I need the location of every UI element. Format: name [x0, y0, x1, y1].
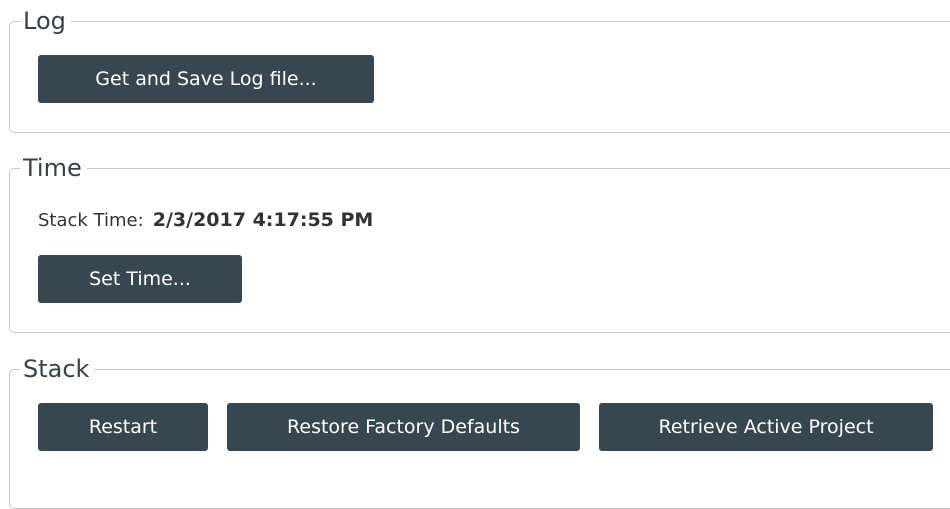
- time-group-title: Time: [20, 155, 87, 181]
- set-time-button[interactable]: Set Time...: [38, 255, 242, 303]
- restart-button[interactable]: Restart: [38, 403, 208, 451]
- restore-factory-defaults-button[interactable]: Restore Factory Defaults: [227, 403, 580, 451]
- stack-time-row: Stack Time: 2/3/2017 4:17:55 PM: [38, 208, 373, 233]
- stack-time-value: 2/3/2017 4:17:55 PM: [152, 209, 374, 231]
- log-group-title: Log: [20, 8, 71, 34]
- get-save-log-button[interactable]: Get and Save Log file...: [38, 55, 374, 103]
- stack-group-title: Stack: [20, 356, 95, 382]
- stack-time-label: Stack Time:: [38, 210, 144, 231]
- retrieve-active-project-button[interactable]: Retrieve Active Project: [599, 403, 933, 451]
- time-group: [9, 168, 950, 333]
